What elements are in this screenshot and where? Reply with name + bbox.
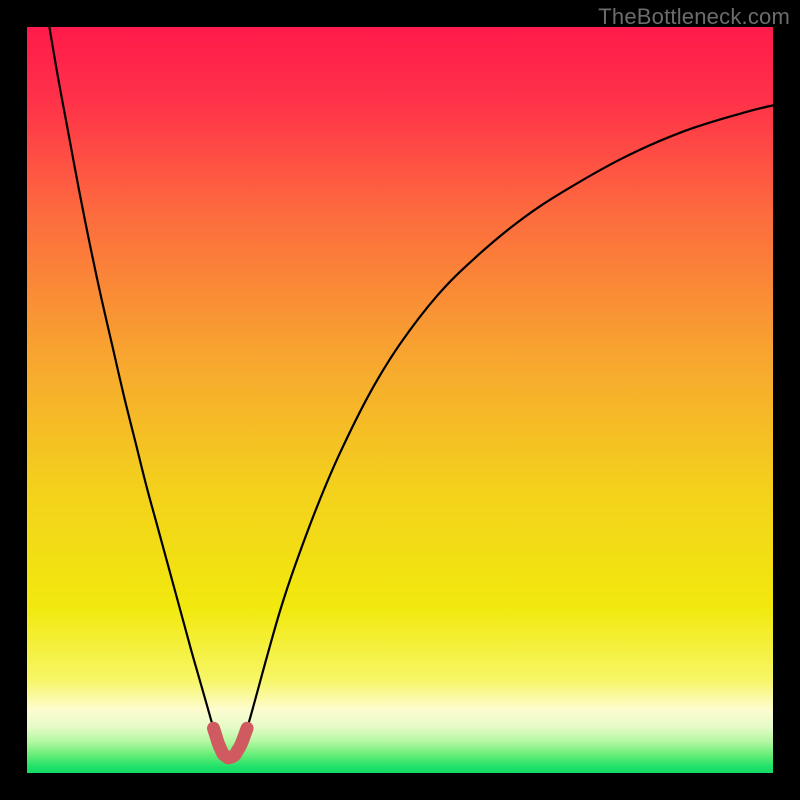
plot-area — [27, 27, 773, 773]
chart-frame: TheBottleneck.com — [0, 0, 800, 800]
chart-svg — [27, 27, 773, 773]
gradient-background — [27, 27, 773, 773]
